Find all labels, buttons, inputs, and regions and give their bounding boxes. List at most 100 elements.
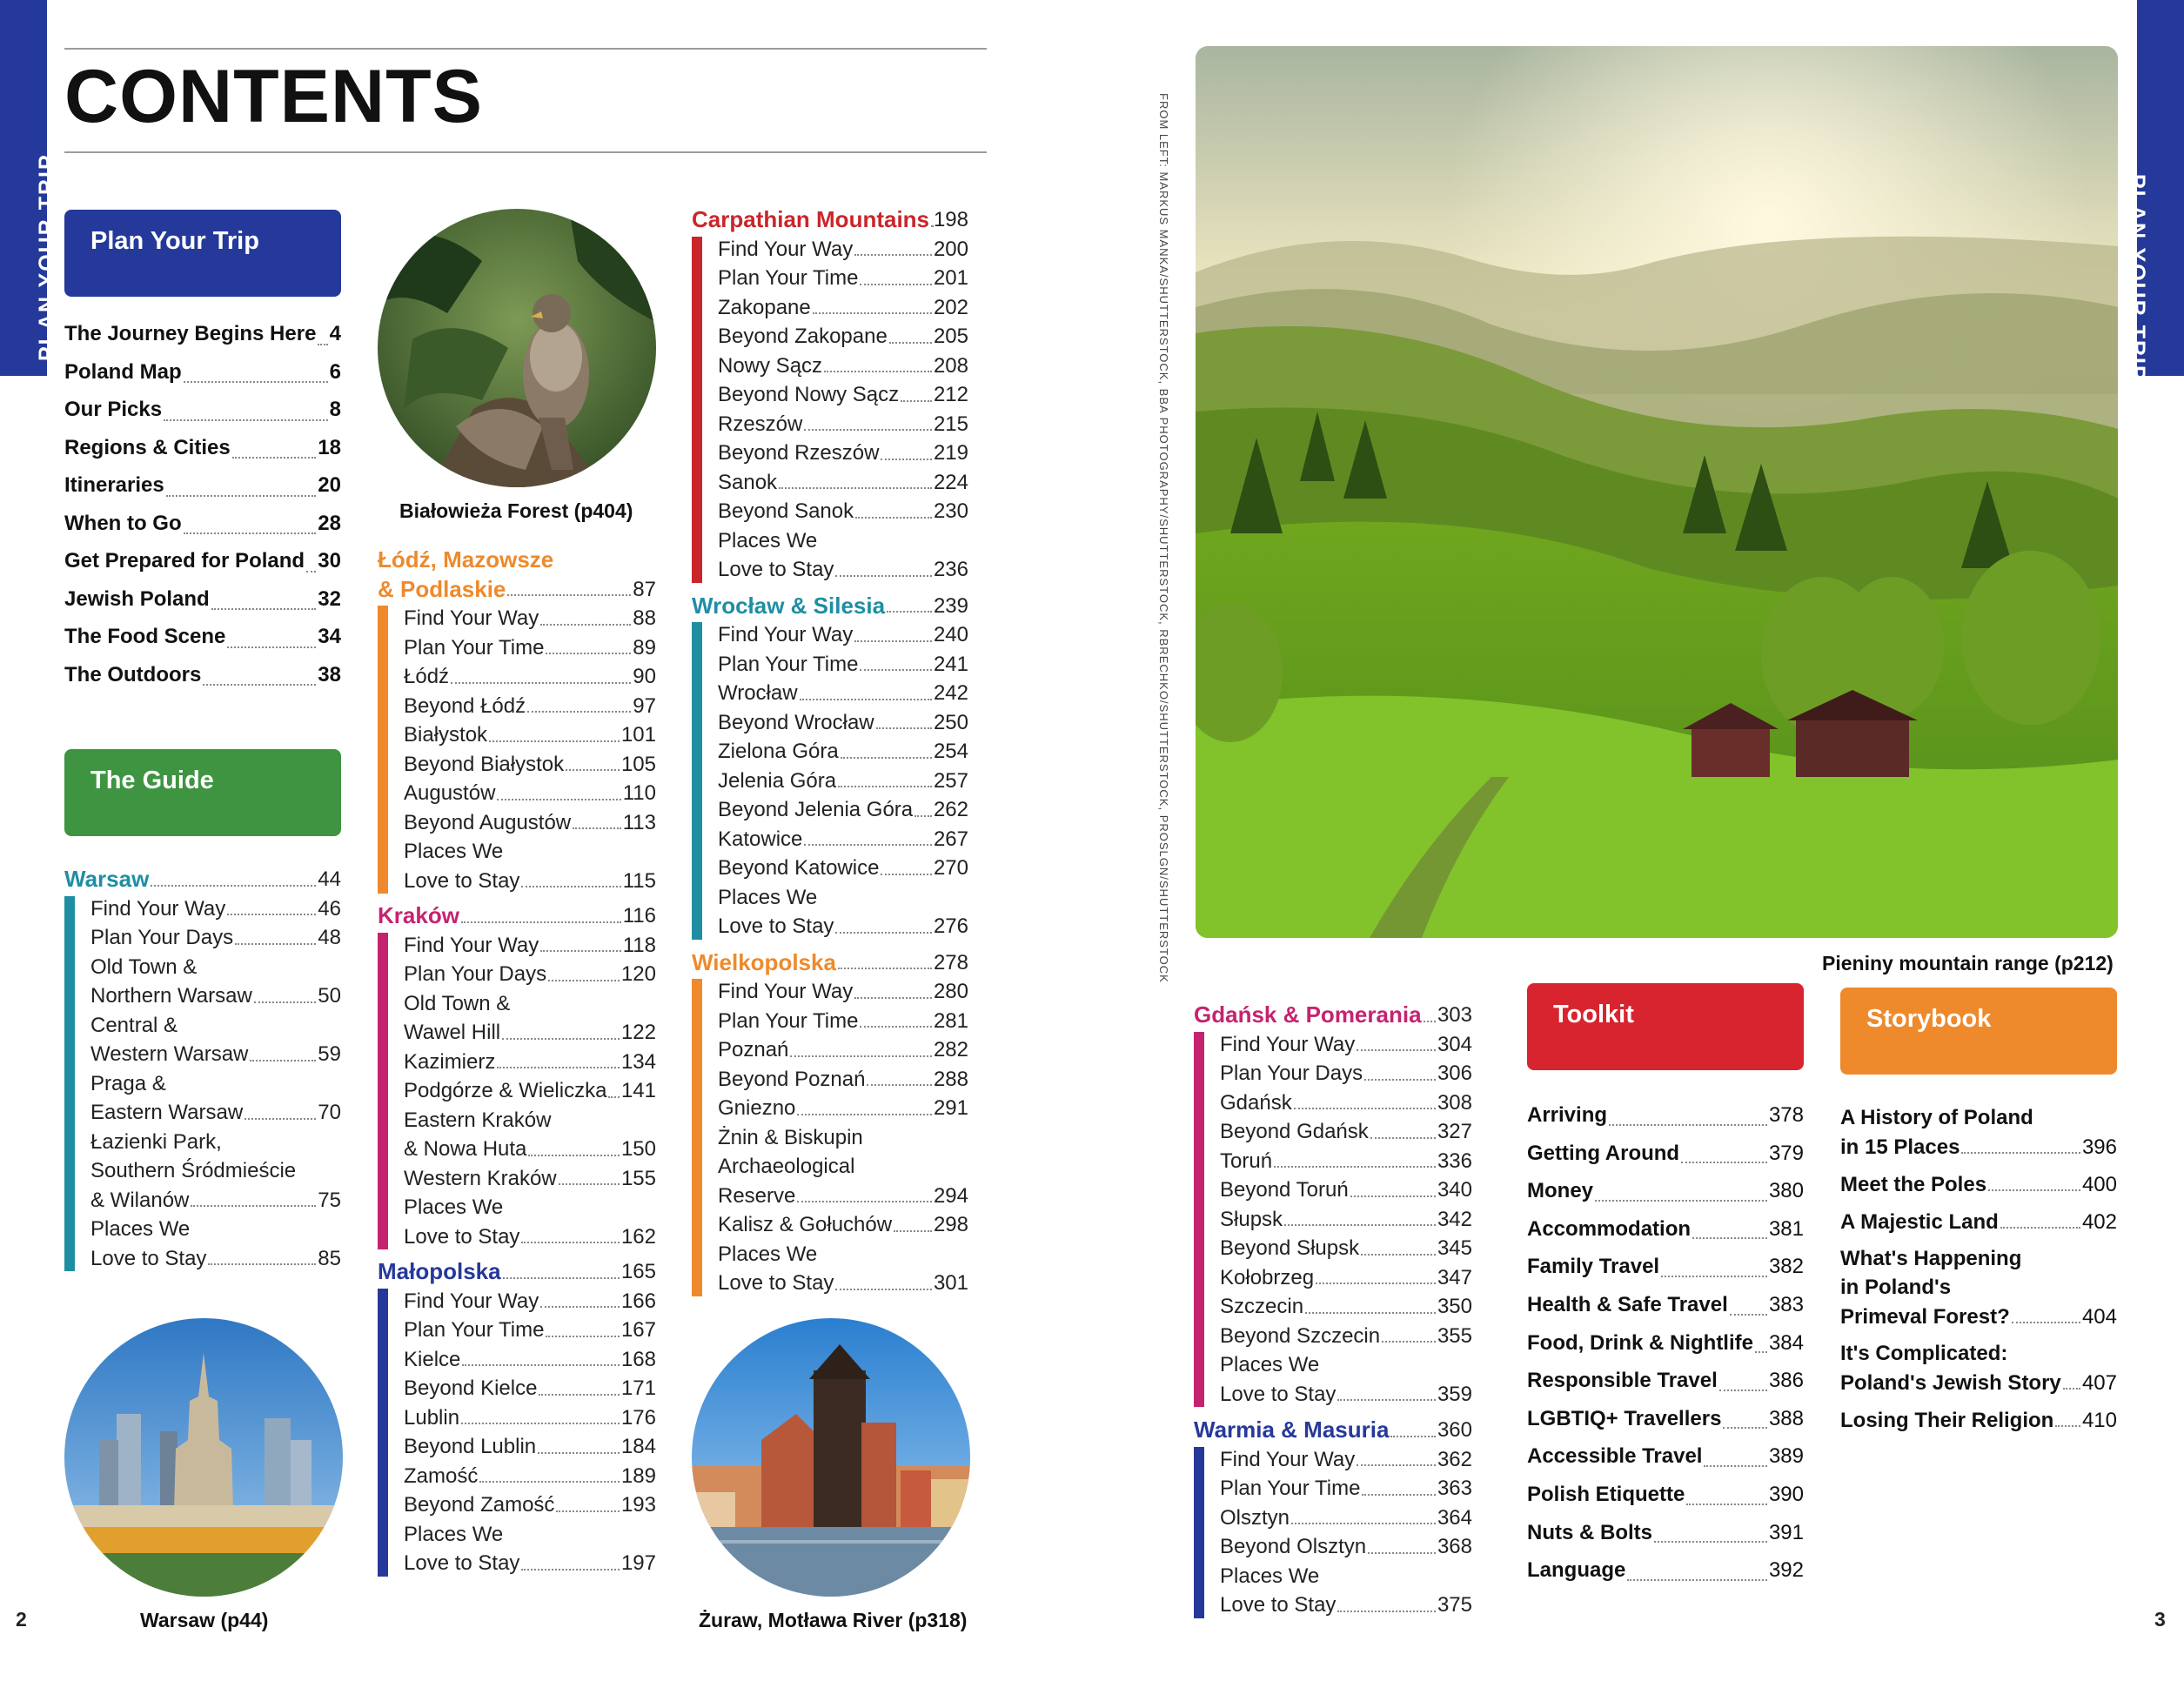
wroclaw-entry-5[interactable]: Jelenia Góra 257 (718, 767, 968, 796)
malopolska-entry-3[interactable]: Beyond Kielce 171 (404, 1374, 656, 1403)
gdansk-entry-4[interactable]: Toruń 336 (1220, 1147, 1472, 1176)
lodz-entry-0[interactable]: Find Your Way 88 (404, 604, 656, 633)
krakow-entry-3[interactable]: Kazimierz 134 (404, 1048, 656, 1077)
malopolska-entry-8[interactable]: Love to Stay 197 (404, 1549, 656, 1578)
krakow-entry-2[interactable]: Wawel Hill 122 (404, 1018, 656, 1048)
gdansk-entry-5[interactable]: Beyond Toruń 340 (1220, 1175, 1472, 1205)
krakow-entry-6[interactable]: Western Kraków 155 (404, 1164, 656, 1194)
toolkit-item-2[interactable]: Money 380 (1527, 1172, 1804, 1210)
carpathian-entry-4[interactable]: Nowy Sącz 208 (718, 352, 968, 381)
lodz-entry-2[interactable]: Łódź 90 (404, 662, 656, 692)
wroclaw-entry-7[interactable]: Katowice 267 (718, 825, 968, 854)
gdansk-entry-0[interactable]: Find Your Way 304 (1220, 1030, 1472, 1060)
carpathian-heading[interactable]: Carpathian Mountains 198 (692, 205, 968, 235)
toolkit-item-6[interactable]: Food, Drink & Nightlife 384 (1527, 1324, 1804, 1363)
wroclaw-entry-8[interactable]: Beyond Katowice 270 (718, 854, 968, 883)
malopolska-entry-0[interactable]: Find Your Way 166 (404, 1287, 656, 1316)
storybook-entry[interactable]: Primeval Forest? 404 (1840, 1302, 2117, 1332)
lodz-entry-3[interactable]: Beyond Łódź 97 (404, 692, 656, 721)
carpathian-entry-7[interactable]: Beyond Rzeszów 219 (718, 439, 968, 468)
carpathian-entry-2[interactable]: Zakopane 202 (718, 293, 968, 323)
malopolska-heading[interactable]: Małopolska 165 (378, 1257, 656, 1287)
wielkopolska-entry-4[interactable]: Gniezno 291 (718, 1094, 968, 1123)
storybook-entry[interactable]: Poland's Jewish Story 407 (1840, 1368, 2117, 1398)
toolkit-item-3[interactable]: Accommodation 381 (1527, 1210, 1804, 1249)
gdansk-entry-1[interactable]: Plan Your Days 306 (1220, 1059, 1472, 1088)
storybook-item-5[interactable]: Losing Their Religion 410 (1840, 1405, 2117, 1436)
warsaw-entry-1[interactable]: Plan Your Days 48 (90, 923, 341, 953)
gdansk-entry-2[interactable]: Gdańsk 308 (1220, 1088, 1472, 1118)
warmia-entry-4[interactable]: Love to Stay 375 (1220, 1591, 1472, 1620)
gdansk-entry-7[interactable]: Beyond Słupsk 345 (1220, 1234, 1472, 1263)
krakow-entry-5[interactable]: & Nowa Huta 150 (404, 1135, 656, 1164)
gdansk-heading[interactable]: Gdańsk & Pomerania 303 (1194, 1001, 1472, 1030)
wielkopolska-entry-3[interactable]: Beyond Poznań 288 (718, 1065, 968, 1095)
gdansk-entry-3[interactable]: Beyond Gdańsk 327 (1220, 1117, 1472, 1147)
warsaw-entry-4[interactable]: Eastern Warsaw 70 (90, 1098, 341, 1128)
toolkit-item-7[interactable]: Responsible Travel 386 (1527, 1362, 1804, 1400)
storybook-entry[interactable]: A Majestic Land 402 (1840, 1207, 2117, 1237)
warsaw-entry-6[interactable]: Love to Stay 85 (90, 1244, 341, 1274)
gdansk-entry-8[interactable]: Kołobrzeg 347 (1220, 1263, 1472, 1293)
lodz-entry-4[interactable]: Białystok 101 (404, 720, 656, 750)
lodz-entry-8[interactable]: Love to Stay 115 (404, 867, 656, 896)
storybook-item-3[interactable]: What's Happening in Poland's Primeval Fore… (1840, 1244, 2117, 1332)
warsaw-entry-5[interactable]: & Wilanów 75 (90, 1186, 341, 1216)
wielkopolska-entry-0[interactable]: Find Your Way 280 (718, 977, 968, 1007)
wroclaw-entry-9[interactable]: Love to Stay 276 (718, 912, 968, 941)
storybook-entry[interactable]: in 15 Places 396 (1840, 1132, 2117, 1162)
wroclaw-entry-6[interactable]: Beyond Jelenia Góra 262 (718, 795, 968, 825)
warmia-entry-2[interactable]: Olsztyn 364 (1220, 1504, 1472, 1533)
warsaw-entry-2[interactable]: Northern Warsaw 50 (90, 981, 341, 1011)
toolkit-item-0[interactable]: Arriving 378 (1527, 1096, 1804, 1135)
toolkit-item-5[interactable]: Health & Safe Travel 383 (1527, 1286, 1804, 1324)
wroclaw-entry-0[interactable]: Find Your Way 240 (718, 620, 968, 650)
warmia-entry-0[interactable]: Find Your Way 362 (1220, 1445, 1472, 1475)
malopolska-entry-5[interactable]: Beyond Lublin 184 (404, 1432, 656, 1462)
toolkit-item-1[interactable]: Getting Around 379 (1527, 1135, 1804, 1173)
carpathian-entry-6[interactable]: Rzeszów 215 (718, 410, 968, 439)
toolkit-item-8[interactable]: LGBTIQ+ Travellers 388 (1527, 1400, 1804, 1438)
wroclaw-entry-3[interactable]: Beyond Wrocław 250 (718, 708, 968, 738)
gdansk-entry-10[interactable]: Beyond Szczecin 355 (1220, 1322, 1472, 1351)
wielkopolska-entry-5[interactable]: Reserve 294 (718, 1182, 968, 1211)
plan-item-6[interactable]: Get Prepared for Poland 30 (64, 542, 341, 580)
plan-item-7[interactable]: Jewish Poland 32 (64, 580, 341, 619)
krakow-entry-4[interactable]: Podgórze & Wieliczka 141 (404, 1076, 656, 1106)
lodz-heading[interactable]: & Podlaskie 87 (378, 575, 656, 605)
plan-item-5[interactable]: When to Go 28 (64, 505, 341, 543)
storybook-item-0[interactable]: A History of Poland in 15 Places 396 (1840, 1103, 2117, 1162)
krakow-entry-7[interactable]: Love to Stay 162 (404, 1222, 656, 1252)
wielkopolska-entry-2[interactable]: Poznań 282 (718, 1035, 968, 1065)
plan-item-0[interactable]: The Journey Begins Here 4 (64, 315, 341, 353)
plan-item-9[interactable]: The Outdoors 38 (64, 656, 341, 694)
toolkit-item-12[interactable]: Language 392 (1527, 1551, 1804, 1590)
carpathian-entry-8[interactable]: Sanok 224 (718, 468, 968, 498)
storybook-item-1[interactable]: Meet the Poles 400 (1840, 1169, 2117, 1200)
gdansk-entry-9[interactable]: Szczecin 350 (1220, 1292, 1472, 1322)
wroclaw-entry-4[interactable]: Zielona Góra 254 (718, 737, 968, 767)
warmia-entry-1[interactable]: Plan Your Time 363 (1220, 1474, 1472, 1504)
malopolska-entry-7[interactable]: Beyond Zamość 193 (404, 1490, 656, 1520)
plan-item-8[interactable]: The Food Scene 34 (64, 618, 341, 656)
wroclaw-entry-1[interactable]: Plan Your Time 241 (718, 650, 968, 680)
krakow-heading[interactable]: Kraków 116 (378, 901, 656, 931)
gdansk-entry-6[interactable]: Słupsk 342 (1220, 1205, 1472, 1235)
warsaw-entry-0[interactable]: Find Your Way 46 (90, 894, 341, 924)
toolkit-item-10[interactable]: Polish Etiquette 390 (1527, 1476, 1804, 1514)
warmia-heading[interactable]: Warmia & Masuria 360 (1194, 1416, 1472, 1445)
carpathian-entry-0[interactable]: Find Your Way 200 (718, 235, 968, 265)
lodz-entry-6[interactable]: Augustów 110 (404, 779, 656, 808)
wielkopolska-entry-7[interactable]: Love to Stay 301 (718, 1269, 968, 1298)
gdansk-entry-11[interactable]: Love to Stay 359 (1220, 1380, 1472, 1410)
lodz-entry-5[interactable]: Beyond Białystok 105 (404, 750, 656, 780)
plan-item-1[interactable]: Poland Map 6 (64, 353, 341, 392)
plan-item-3[interactable]: Regions & Cities 18 (64, 429, 341, 467)
lodz-entry-1[interactable]: Plan Your Time 89 (404, 633, 656, 663)
carpathian-entry-9[interactable]: Beyond Sanok 230 (718, 497, 968, 526)
wroclaw-heading[interactable]: Wrocław & Silesia 239 (692, 592, 968, 621)
warsaw-heading[interactable]: Warsaw 44 (64, 865, 341, 894)
malopolska-entry-1[interactable]: Plan Your Time 167 (404, 1316, 656, 1345)
wroclaw-entry-2[interactable]: Wrocław 242 (718, 679, 968, 708)
toolkit-item-4[interactable]: Family Travel 382 (1527, 1248, 1804, 1286)
